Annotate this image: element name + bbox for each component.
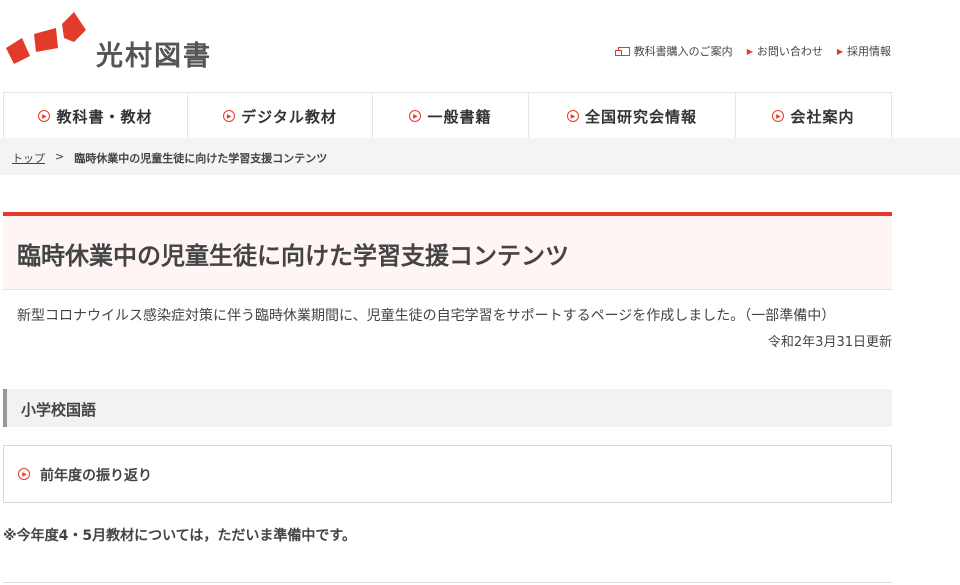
- play-circle-icon: ▶: [772, 110, 785, 122]
- nav-label: 全国研究会情報: [584, 107, 697, 126]
- play-circle-icon: ▶: [38, 110, 51, 122]
- breadcrumb-current: 臨時休業中の児童生徒に向けた学習支援コンテンツ: [74, 152, 328, 165]
- utility-links: 教科書購入のご案内 ▶ お問い合わせ ▶ 採用情報: [614, 43, 891, 59]
- note-text: ※今年度4・5月教材については，ただいま準備中です。: [3, 528, 356, 544]
- contact-label: お問い合わせ: [756, 45, 823, 58]
- breadcrumb-bar: トップ > 臨時休業中の児童生徒に向けた学習支援コンテンツ: [0, 138, 960, 175]
- recruit-link[interactable]: ▶ 採用情報: [837, 43, 891, 59]
- global-nav: ▶ 教科書・教材 ▶ デジタル教材 ▶ 一般書籍 ▶ 全国研究会情報 ▶ 会社案…: [3, 92, 892, 139]
- review-link-label: 前年度の振り返り: [40, 468, 152, 484]
- review-link[interactable]: ▶ 前年度の振り返り: [3, 445, 892, 503]
- updated-date: 令和2年3月31日更新: [767, 335, 892, 350]
- play-circle-icon: ▶: [409, 110, 422, 122]
- company-logo[interactable]: [4, 12, 86, 68]
- breadcrumb: トップ > 臨時休業中の児童生徒に向けた学習支援コンテンツ: [12, 150, 327, 166]
- arrow-icon: ▶: [746, 46, 753, 56]
- breadcrumb-separator: >: [55, 150, 65, 163]
- play-circle-icon: ▶: [18, 468, 30, 480]
- nav-label: 会社案内: [790, 107, 855, 126]
- intro-text: 新型コロナウイルス感染症対策に伴う臨時休業期間に、児童生徒の自宅学習をサポートす…: [17, 308, 836, 324]
- purchase-guide-label: 教科書購入のご案内: [633, 45, 733, 58]
- page-title-box: 臨時休業中の児童生徒に向けた学習支援コンテンツ: [3, 212, 892, 290]
- section-title: 小学校国語: [21, 401, 97, 419]
- play-circle-icon: ▶: [223, 110, 236, 122]
- purchase-guide-link[interactable]: 教科書購入のご案内: [614, 43, 733, 59]
- arrow-icon: ▶: [836, 46, 843, 56]
- nav-item-research[interactable]: ▶ 全国研究会情報: [528, 93, 735, 139]
- site-name[interactable]: 光村図書: [96, 34, 212, 73]
- nav-item-digital[interactable]: ▶ デジタル教材: [187, 93, 372, 139]
- window-icon: [614, 46, 630, 56]
- divider: [3, 582, 892, 583]
- contact-link[interactable]: ▶ お問い合わせ: [747, 43, 823, 59]
- nav-label: 一般書籍: [427, 107, 492, 126]
- breadcrumb-home-link[interactable]: トップ: [12, 150, 45, 166]
- nav-item-textbooks[interactable]: ▶ 教科書・教材: [3, 93, 187, 139]
- nav-item-company[interactable]: ▶ 会社案内: [735, 93, 892, 139]
- nav-label: 教科書・教材: [56, 107, 153, 126]
- page-title: 臨時休業中の児童生徒に向けた学習支援コンテンツ: [17, 242, 569, 270]
- play-circle-icon: ▶: [566, 110, 579, 122]
- section-heading: 小学校国語: [3, 389, 892, 427]
- recruit-label: 採用情報: [847, 45, 891, 58]
- nav-label: デジタル教材: [241, 107, 337, 126]
- nav-item-books[interactable]: ▶ 一般書籍: [372, 93, 528, 139]
